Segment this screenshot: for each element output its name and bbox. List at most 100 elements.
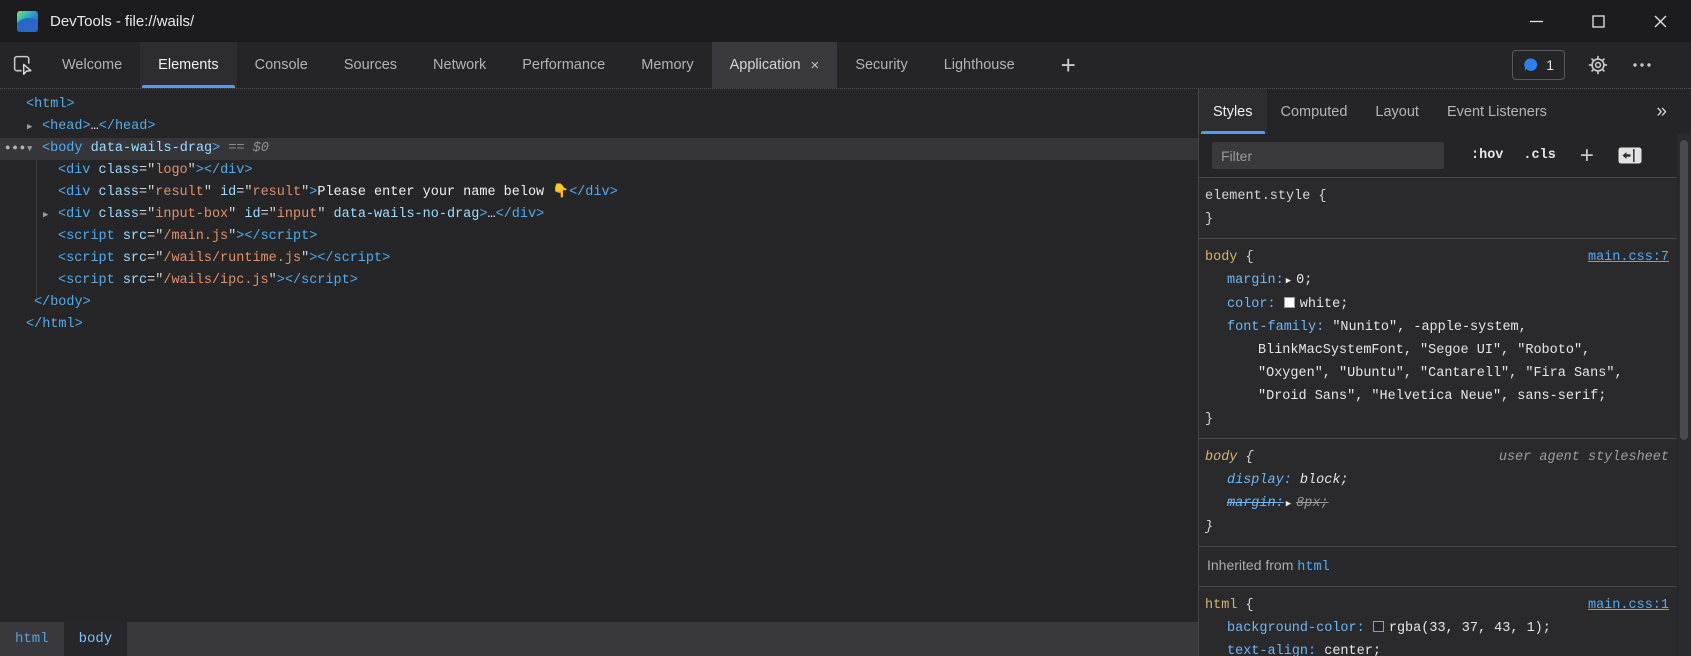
tab-sources[interactable]: Sources (326, 42, 415, 88)
tab-performance[interactable]: Performance (504, 42, 623, 88)
rule-selector[interactable]: element.style (1205, 189, 1310, 204)
inherited-node-link[interactable]: html (1297, 560, 1329, 575)
close-tab-icon[interactable]: × (811, 58, 820, 73)
expand-icon[interactable]: ▶ (43, 204, 48, 226)
rule-selector-line: html { main.css:1 (1205, 594, 1669, 617)
sidebar-tab-computed[interactable]: Computed (1267, 89, 1362, 134)
style-rule-section: html {main.css:1background-color: rgba(3… (1199, 586, 1677, 656)
more-options-icon[interactable] (1631, 54, 1653, 76)
css-property-value[interactable]: 0; (1296, 273, 1312, 288)
stylesheet-source-link[interactable]: main.css:7 (1588, 246, 1669, 269)
tab-label: Lighthouse (944, 57, 1015, 73)
settings-gear-icon[interactable] (1587, 54, 1609, 76)
css-declaration[interactable]: display: block; (1205, 469, 1669, 492)
issues-count: 1 (1546, 57, 1554, 73)
tab-application[interactable]: Application× (712, 42, 838, 88)
add-tab-icon[interactable]: + (1047, 42, 1090, 88)
close-icon[interactable] (1629, 0, 1691, 42)
styles-sidebar: StylesComputed Layout Event Listeners » :ho… (1198, 89, 1691, 656)
css-property-name[interactable]: font-family: (1227, 320, 1324, 335)
tree-row[interactable]: <div class="result" id="result">Please e… (0, 182, 1198, 204)
css-property-name[interactable]: background-color: (1227, 621, 1365, 636)
breadcrumb-html[interactable]: html (0, 622, 64, 656)
element-classes-button[interactable]: .cls (1523, 148, 1555, 163)
css-property-name[interactable]: margin: (1227, 273, 1284, 288)
expand-shorthand-icon[interactable]: ▶ (1286, 270, 1291, 293)
tree-row[interactable]: <html> (0, 94, 1198, 116)
rule-selector[interactable]: html (1205, 598, 1237, 613)
css-property-name[interactable]: margin: (1227, 496, 1284, 511)
tree-row[interactable]: ●●●▼<body data-wails-drag> == $0 (0, 138, 1198, 160)
css-property-value[interactable]: 8px; (1296, 496, 1328, 511)
tab-security[interactable]: Security (837, 42, 925, 88)
stylesheet-source-link[interactable]: main.css:1 (1588, 594, 1669, 617)
sidebar-tab-layout[interactable]: Layout (1361, 89, 1433, 134)
tree-row[interactable]: </body> (0, 292, 1198, 314)
sidebar-tab-styles[interactable]: Styles (1199, 89, 1267, 134)
scrollbar-thumb[interactable] (1680, 140, 1688, 440)
css-property-name[interactable]: text-align: (1227, 644, 1316, 656)
more-tabs-chevron-icon[interactable]: » (1656, 89, 1691, 134)
color-swatch[interactable] (1284, 297, 1295, 308)
rule-selector-line: body {user agent stylesheet (1205, 446, 1669, 469)
open-brace: { (1237, 598, 1253, 613)
issues-bubble-icon (1523, 57, 1539, 73)
tab-label: Elements (158, 57, 218, 73)
node-markup: </html> (26, 317, 83, 332)
panel-toggle-icon[interactable] (1618, 147, 1642, 164)
css-declaration[interactable]: text-align: center; (1205, 640, 1669, 656)
tree-row[interactable]: ▶<head>…</head> (0, 116, 1198, 138)
tree-row[interactable]: <script src="/wails/runtime.js"></script… (0, 248, 1198, 270)
tree-row[interactable]: <div class="logo"></div> (0, 160, 1198, 182)
node-markup: </body> (34, 295, 91, 310)
tab-label: Welcome (62, 57, 122, 73)
sidebar-tab-event-listeners[interactable]: Event Listeners (1433, 89, 1561, 134)
css-property-value[interactable]: rgba(33, 37, 43, 1); (1389, 621, 1551, 636)
minimize-icon[interactable] (1505, 0, 1567, 42)
css-property-name[interactable]: display: (1227, 473, 1292, 488)
sidebar-tab-label: Event Listeners (1447, 104, 1547, 120)
tab-welcome[interactable]: Welcome (44, 42, 140, 88)
style-rule-section: body {user agent stylesheetdisplay: bloc… (1199, 438, 1677, 546)
toggle-element-state-button[interactable]: :hov (1471, 148, 1503, 163)
css-property-value[interactable]: block; (1300, 473, 1349, 488)
tab-lighthouse[interactable]: Lighthouse (926, 42, 1033, 88)
tab-label: Sources (344, 57, 397, 73)
issues-counter-button[interactable]: 1 (1512, 50, 1565, 80)
css-declaration[interactable]: background-color: rgba(33, 37, 43, 1); (1205, 617, 1669, 640)
sidebar-scrollbar[interactable] (1678, 134, 1690, 656)
user-agent-origin-label: user agent stylesheet (1499, 446, 1669, 469)
rule-selector[interactable]: body (1205, 450, 1237, 465)
styles-filter-input[interactable] (1212, 142, 1444, 169)
css-property-value[interactable]: white; (1300, 297, 1349, 312)
inspect-element-icon[interactable] (2, 42, 44, 88)
tree-row[interactable]: ▶<div class="input-box" id="input" data-… (0, 204, 1198, 226)
toolbar-tabs: Welcome Elements Console Sources NetworkPerf… (44, 42, 1033, 88)
window-title: DevTools - file://wails/ (50, 13, 194, 30)
expand-shorthand-icon[interactable]: ▶ (1286, 493, 1291, 516)
color-swatch[interactable] (1373, 621, 1384, 632)
css-property-name[interactable]: color: (1227, 297, 1276, 312)
open-brace: { (1237, 250, 1253, 265)
tree-row[interactable]: <script src="/wails/ipc.js"></script> (0, 270, 1198, 292)
breadcrumb-body[interactable]: body (64, 622, 128, 656)
tab-console[interactable]: Console (237, 42, 326, 88)
maximize-icon[interactable] (1567, 0, 1629, 42)
styles-rule-list: element.style {}body {main.css:7margin:▶… (1199, 177, 1677, 656)
css-property-value[interactable]: center; (1324, 644, 1381, 656)
css-declaration[interactable]: color: white; (1205, 293, 1669, 316)
tab-memory[interactable]: Memory (623, 42, 711, 88)
expand-icon[interactable]: ▶ (27, 116, 32, 138)
css-declaration[interactable]: margin:▶ 0; (1205, 269, 1669, 293)
new-style-rule-icon[interactable]: + (1580, 144, 1594, 168)
rule-selector[interactable]: body (1205, 250, 1237, 265)
tab-network[interactable]: Network (415, 42, 504, 88)
collapse-icon[interactable]: ▼ (27, 138, 32, 160)
sidebar-tab-label: Layout (1375, 104, 1419, 120)
css-declaration[interactable]: font-family: "Nunito", -apple-system, Bl… (1205, 316, 1669, 408)
tree-row[interactable]: </html> (0, 314, 1198, 336)
tab-elements[interactable]: Elements (140, 42, 236, 88)
row-menu-dots-icon[interactable]: ●●● (5, 137, 27, 159)
tree-row[interactable]: <script src="/main.js"></script> (0, 226, 1198, 248)
css-declaration[interactable]: margin:▶ 8px; (1205, 492, 1669, 516)
